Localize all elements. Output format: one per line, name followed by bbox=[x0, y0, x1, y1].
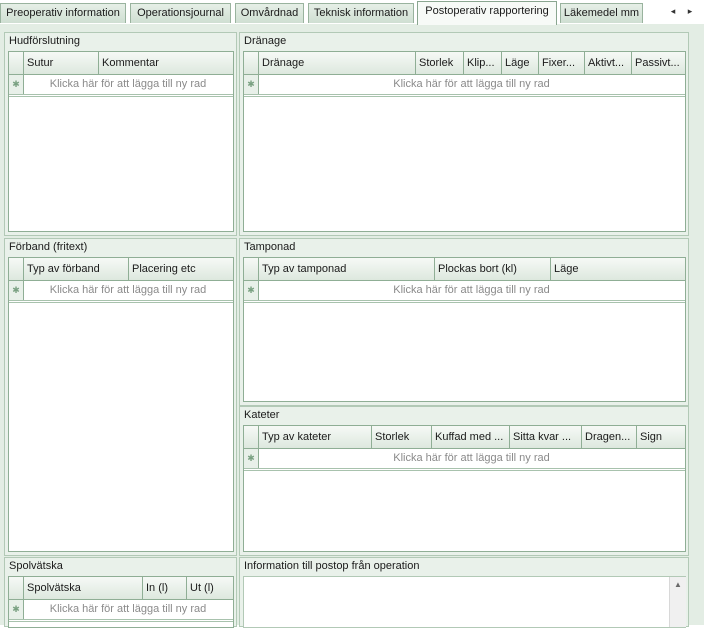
new-row[interactable]: ✱ Klicka här för att lägga till ny rad bbox=[244, 75, 685, 97]
tab-teknisk-information[interactable]: Teknisk information bbox=[308, 3, 414, 23]
grid-header: Dränage Storlek Klip... Läge Fixer... Ak… bbox=[244, 52, 685, 75]
new-row[interactable]: ✱ Klicka här för att lägga till ny rad bbox=[9, 75, 233, 97]
column-header-sitta-kvar[interactable]: Sitta kvar ... bbox=[510, 426, 582, 448]
grid-forband[interactable]: Typ av förband Placering etc ✱ Klicka hä… bbox=[8, 257, 234, 552]
scroll-tabs-right-icon[interactable]: ▸ bbox=[684, 4, 696, 18]
new-row[interactable]: ✱ Klicka här för att lägga till ny rad bbox=[9, 600, 233, 622]
asterisk-icon: ✱ bbox=[244, 281, 259, 300]
grid-header: Typ av tamponad Plockas bort (kl) Läge bbox=[244, 258, 685, 281]
column-header-passivt[interactable]: Passivt... bbox=[632, 52, 685, 74]
row-indicator-header bbox=[244, 258, 259, 280]
grid-header: Spolvätska In (l) Ut (l) bbox=[9, 577, 233, 600]
grid-header: Typ av kateter Storlek Kuffad med ... Si… bbox=[244, 426, 685, 449]
tab-omvardnad[interactable]: Omvårdnad bbox=[235, 3, 304, 23]
new-row-hint: Klicka här för att lägga till ny rad bbox=[393, 78, 550, 90]
group-title-tamponad: Tamponad bbox=[244, 241, 296, 253]
grid-header: Sutur Kommentar bbox=[9, 52, 233, 75]
asterisk-icon: ✱ bbox=[9, 600, 24, 619]
scroll-up-arrow-icon[interactable]: ▲ bbox=[670, 577, 686, 593]
tab-postoperativ-rapportering[interactable]: Postoperativ rapportering bbox=[417, 1, 557, 25]
column-header-lage[interactable]: Läge bbox=[551, 258, 685, 280]
group-title-dranage: Dränage bbox=[244, 35, 287, 47]
row-indicator-header bbox=[9, 52, 24, 74]
information-postop-textarea[interactable] bbox=[243, 576, 686, 628]
row-indicator-header bbox=[9, 258, 24, 280]
column-header-placering[interactable]: Placering etc bbox=[129, 258, 233, 280]
group-forband: Förband (fritext) Typ av förband Placeri… bbox=[4, 238, 237, 556]
new-row-hint: Klicka här för att lägga till ny rad bbox=[49, 78, 207, 90]
column-header-storlek[interactable]: Storlek bbox=[372, 426, 432, 448]
group-title-kateter: Kateter bbox=[244, 409, 280, 421]
group-information-postop: Information till postop från operation ▲ bbox=[239, 557, 689, 628]
column-header-plockas-bort[interactable]: Plockas bort (kl) bbox=[435, 258, 551, 280]
postoperativ-rapportering-panel: Hudförslutning Sutur Kommentar ✱ Klicka … bbox=[0, 24, 704, 628]
new-row[interactable]: ✱ Klicka här för att lägga till ny rad bbox=[244, 449, 685, 471]
new-row-hint: Klicka här för att lägga till ny rad bbox=[393, 284, 550, 296]
new-row-hint: Klicka här för att lägga till ny rad bbox=[393, 452, 550, 464]
group-spolvatska: Spolvätska Spolvätska In (l) Ut (l) ✱ Kl… bbox=[4, 557, 237, 628]
scroll-tabs-left-icon[interactable]: ◂ bbox=[667, 4, 679, 18]
column-header-kuffad[interactable]: Kuffad med ... bbox=[432, 426, 510, 448]
group-title-spolvatska: Spolvätska bbox=[9, 560, 63, 572]
tab-preoperativ-information[interactable]: Preoperativ information bbox=[0, 3, 126, 23]
column-header-spolvatska[interactable]: Spolvätska bbox=[24, 577, 143, 599]
group-hudforslutning: Hudförslutning Sutur Kommentar ✱ Klicka … bbox=[4, 32, 237, 236]
column-header-ut[interactable]: Ut (l) bbox=[187, 577, 233, 599]
asterisk-icon: ✱ bbox=[9, 281, 24, 300]
grid-hudforslutning[interactable]: Sutur Kommentar ✱ Klicka här för att läg… bbox=[8, 51, 234, 232]
tab-strip: Preoperativ information Operationsjourna… bbox=[0, 0, 704, 25]
new-row[interactable]: ✱ Klicka här för att lägga till ny rad bbox=[9, 281, 233, 303]
column-header-dranage[interactable]: Dränage bbox=[259, 52, 416, 74]
group-title-hudforslutning: Hudförslutning bbox=[9, 35, 80, 47]
tab-lakemedel-mm[interactable]: Läkemedel mm bbox=[560, 3, 643, 23]
column-header-lage[interactable]: Läge bbox=[502, 52, 539, 74]
group-dranage: Dränage Dränage Storlek Klip... Läge Fix… bbox=[239, 32, 689, 236]
new-row-hint: Klicka här för att lägga till ny rad bbox=[49, 603, 207, 615]
group-title-information-postop: Information till postop från operation bbox=[244, 560, 420, 572]
column-header-sutur[interactable]: Sutur bbox=[24, 52, 99, 74]
grid-dranage[interactable]: Dränage Storlek Klip... Läge Fixer... Ak… bbox=[243, 51, 686, 232]
tab-operationsjournal[interactable]: Operationsjournal bbox=[130, 3, 231, 23]
grid-spolvatska[interactable]: Spolvätska In (l) Ut (l) ✱ Klicka här fö… bbox=[8, 576, 234, 628]
row-indicator-header bbox=[244, 52, 259, 74]
group-kateter: Kateter Typ av kateter Storlek Kuffad me… bbox=[239, 406, 689, 556]
group-title-forband: Förband (fritext) bbox=[9, 241, 88, 253]
column-header-sign[interactable]: Sign bbox=[637, 426, 685, 448]
grid-kateter[interactable]: Typ av kateter Storlek Kuffad med ... Si… bbox=[243, 425, 686, 552]
group-tamponad: Tamponad Typ av tamponad Plockas bort (k… bbox=[239, 238, 689, 406]
column-header-typ-av-kateter[interactable]: Typ av kateter bbox=[259, 426, 372, 448]
asterisk-icon: ✱ bbox=[9, 75, 24, 94]
grid-tamponad[interactable]: Typ av tamponad Plockas bort (kl) Läge ✱… bbox=[243, 257, 686, 402]
row-indicator-header bbox=[244, 426, 259, 448]
information-scrollbar[interactable]: ▲ bbox=[669, 577, 686, 627]
column-header-dragen[interactable]: Dragen... bbox=[582, 426, 637, 448]
row-indicator-header bbox=[9, 577, 24, 599]
new-row-hint: Klicka här för att lägga till ny rad bbox=[49, 284, 207, 296]
column-header-storlek[interactable]: Storlek bbox=[416, 52, 464, 74]
column-header-fixering[interactable]: Fixer... bbox=[539, 52, 585, 74]
grid-header: Typ av förband Placering etc bbox=[9, 258, 233, 281]
column-header-klipp[interactable]: Klip... bbox=[464, 52, 502, 74]
asterisk-icon: ✱ bbox=[244, 449, 259, 468]
new-row[interactable]: ✱ Klicka här för att lägga till ny rad bbox=[244, 281, 685, 303]
column-header-kommentar[interactable]: Kommentar bbox=[99, 52, 233, 74]
column-header-typ-av-tamponad[interactable]: Typ av tamponad bbox=[259, 258, 435, 280]
column-header-typ-av-forband[interactable]: Typ av förband bbox=[24, 258, 129, 280]
asterisk-icon: ✱ bbox=[244, 75, 259, 94]
column-header-aktivt[interactable]: Aktivt... bbox=[585, 52, 632, 74]
column-header-in[interactable]: In (l) bbox=[143, 577, 187, 599]
